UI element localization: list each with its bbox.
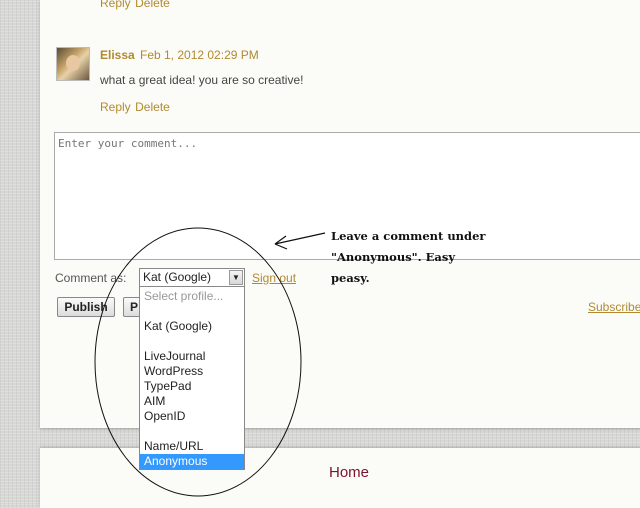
annotation-line-1: Leave a comment under — [331, 229, 486, 243]
highlight-circle — [94, 227, 302, 497]
annotation-line-2: "Anonymous". Easy — [331, 250, 456, 264]
annotation-drawing — [94, 227, 326, 497]
home-link[interactable]: Home — [329, 464, 369, 481]
arrow-icon — [274, 232, 326, 250]
annotation-note: Leave a comment under "Anonymous". Easy … — [331, 226, 511, 289]
annotation-line-3: peasy. — [331, 271, 370, 285]
